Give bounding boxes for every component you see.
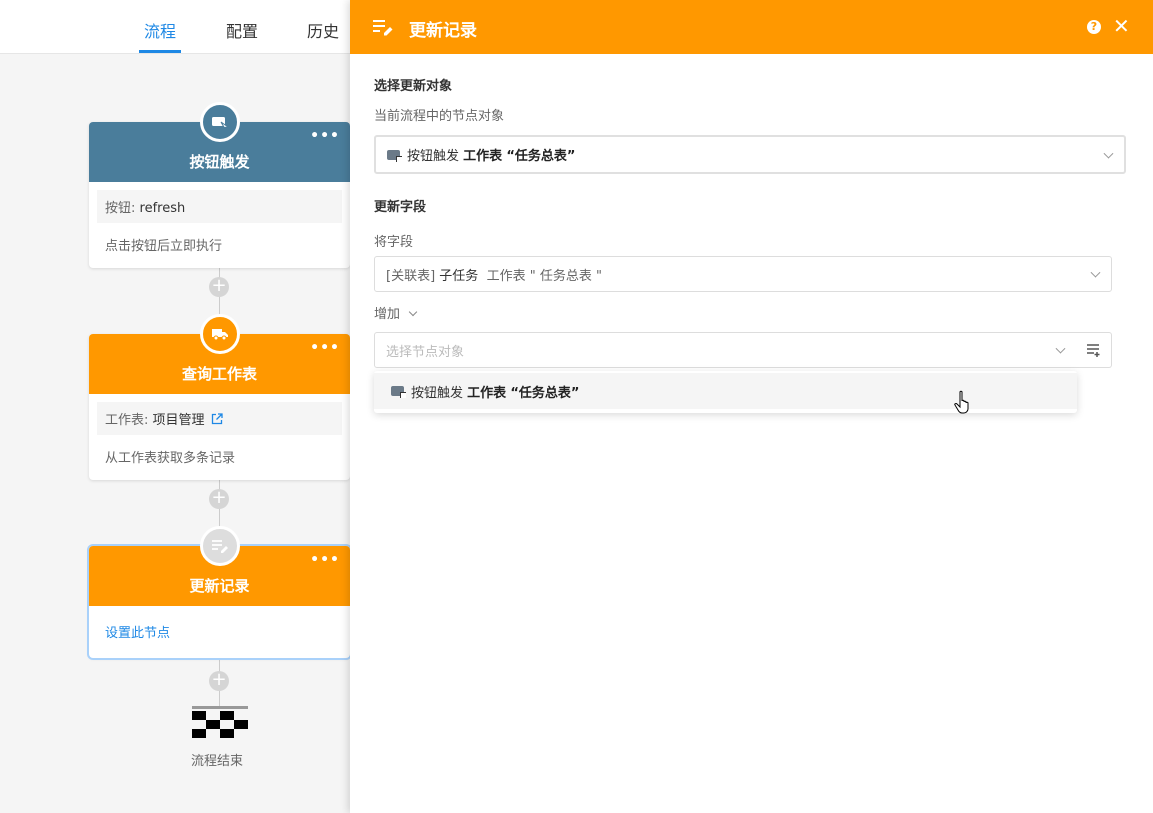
close-icon[interactable]: ✕ — [1113, 14, 1130, 38]
chevron-down-icon — [1055, 343, 1066, 354]
node-title: 查询工作表 — [181, 365, 257, 383]
node-title: 按钮触发 — [189, 153, 250, 171]
tab-config[interactable]: 配置 — [226, 18, 258, 42]
action-label: 增加 — [374, 307, 401, 322]
update-object-select[interactable]: 按钮触发 工作表 “任务总表” — [374, 135, 1126, 174]
option-sheet-name: “任务总表” — [510, 385, 580, 401]
field-select[interactable]: [关联表] 子任务 工作表 " 任务总表 " — [374, 256, 1112, 292]
field-type: [关联表] — [386, 268, 436, 284]
node-object-placeholder: 选择节点对象 — [386, 344, 465, 360]
object-sheet-name: “任务总表” — [506, 149, 576, 164]
more-options-icon[interactable]: ••• — [310, 552, 340, 568]
detail-label: 按钮: — [105, 201, 136, 216]
section-title-update-object: 选择更新对象 — [374, 79, 453, 94]
field-source: 工作表 " 任务总表 " — [486, 268, 602, 284]
active-tab-indicator — [139, 50, 181, 53]
button-trigger-icon — [387, 149, 402, 162]
section-title-update-fields: 更新字段 — [374, 200, 427, 215]
more-options-icon[interactable]: ••• — [310, 340, 340, 356]
truck-icon — [200, 314, 240, 354]
panel-title: 更新记录 — [409, 21, 477, 41]
add-node-button[interactable]: + — [209, 671, 229, 691]
field-list-button[interactable] — [1076, 332, 1112, 368]
field-label: 将字段 — [374, 235, 414, 250]
button-trigger-icon — [200, 102, 240, 142]
detail-label: 工作表: — [105, 413, 149, 428]
flow-end-label: 流程结束 — [191, 754, 244, 769]
node-title: 更新记录 — [189, 577, 250, 595]
hand-cursor-icon — [954, 390, 969, 414]
list-add-icon — [1086, 344, 1099, 357]
chevron-down-icon — [1103, 148, 1114, 159]
node-description: 点击按钮后立即执行 — [105, 239, 223, 254]
action-select[interactable]: 增加 — [374, 303, 418, 322]
detail-value: refresh — [139, 201, 186, 216]
panel-header: 更新记录 ? ✕ — [350, 0, 1153, 54]
tab-history[interactable]: 历史 — [307, 18, 339, 42]
node-description: 从工作表获取多条记录 — [105, 451, 236, 466]
option-node-name: 按钮触发 — [411, 385, 464, 401]
add-node-button[interactable]: + — [209, 489, 229, 509]
node-config-panel: 更新记录 ? ✕ 选择更新对象 当前流程中的节点对象 按钮触发 工作表 “任务总… — [350, 0, 1153, 813]
finish-flag-icon — [192, 706, 248, 738]
add-node-button[interactable]: + — [209, 277, 229, 297]
tab-flow[interactable]: 流程 — [144, 18, 176, 42]
button-trigger-icon — [391, 386, 406, 398]
object-node-name: 按钮触发 — [407, 149, 460, 164]
more-options-icon[interactable]: ••• — [310, 128, 340, 144]
node-query-sheet[interactable]: 查询工作表 ••• 工作表: 项目管理 从工作表获取多条记录 — [89, 334, 350, 480]
help-icon[interactable]: ? — [1087, 20, 1101, 34]
node-button-trigger[interactable]: 按钮触发 ••• 按钮: refresh 点击按钮后立即执行 — [89, 122, 350, 268]
field-name: 子任务 — [439, 268, 479, 284]
workflow-tabs-bar: 流程 配置 历史 — [0, 0, 360, 54]
edit-list-icon — [200, 526, 240, 566]
edit-list-icon — [373, 20, 393, 36]
chevron-down-icon — [1090, 267, 1101, 278]
chevron-down-icon — [408, 307, 418, 317]
node-object-select[interactable]: 选择节点对象 — [374, 332, 1077, 368]
node-detail: 按钮: refresh — [97, 190, 342, 223]
external-link-icon[interactable] — [211, 413, 223, 425]
configure-node-link[interactable]: 设置此节点 — [89, 606, 350, 658]
object-sheet-label: 工作表 — [463, 149, 503, 164]
section-subtitle: 当前流程中的节点对象 — [374, 109, 505, 124]
detail-value: 项目管理 — [152, 413, 205, 428]
node-detail: 工作表: 项目管理 — [97, 402, 342, 435]
option-sheet-label: 工作表 — [467, 385, 507, 401]
